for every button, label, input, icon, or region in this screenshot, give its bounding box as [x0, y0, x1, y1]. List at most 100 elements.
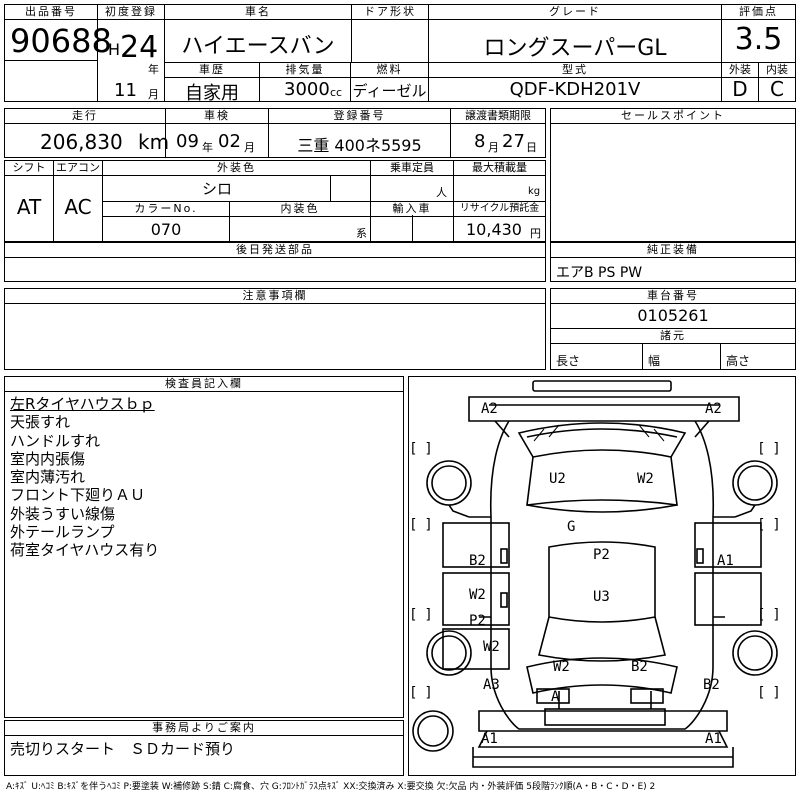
history-label: 車歴 — [165, 63, 259, 78]
length-label: 長さ — [556, 354, 581, 368]
interior-grade: C — [770, 77, 784, 101]
fuel-label: 燃料 — [351, 63, 428, 78]
fuel: ディーゼル — [352, 82, 427, 100]
bracket-marker: [ ] — [759, 685, 779, 701]
office-notice: 売切りスタート ＳＤカード預り — [10, 740, 236, 758]
bracket-marker: [ ] — [411, 517, 431, 533]
reg-year: 24 — [120, 30, 159, 65]
damage-center-1: P2 — [593, 547, 610, 563]
inspector-label: 検査員記入欄 — [5, 377, 403, 392]
bracket-marker: [ ] — [411, 441, 431, 457]
inspector-note: 室内内張傷 — [10, 449, 86, 468]
transfer-label: 譲渡書類期限 — [451, 109, 545, 124]
inspector-note: 荷室タイヤハウス有り — [10, 541, 160, 560]
damage-front-left: A2 — [481, 401, 498, 417]
int-color-unit: 系 — [356, 227, 367, 240]
score-label: 評価点 — [722, 5, 795, 20]
legend: A:ｷｽﾞ U:ﾍｺﾐ B:ｷｽﾞを伴うﾍｺﾐ P:要塗装 W:補修跡 S:錆 … — [6, 782, 656, 792]
inspector-note: 左Rタイヤハウスｂｐ — [10, 395, 155, 413]
dims-label: 諸元 — [551, 329, 795, 344]
displacement-unit: cc — [330, 86, 343, 99]
displacement-label: 排気量 — [260, 63, 350, 78]
genuine-equipment-label: 純正装備 — [551, 243, 795, 258]
damage-bottom-right: A1 — [705, 731, 722, 747]
inspection-year: 09 — [176, 131, 199, 152]
damage-rear-glass-2: B2 — [631, 659, 648, 675]
damage-right-corner: B2 — [703, 677, 720, 693]
grade-label: グレード — [429, 5, 721, 20]
lot-no-label: 出品番号 — [5, 5, 97, 20]
genuine-equipment: エアB PS PW — [556, 265, 643, 281]
model: QDF-KDH201V — [509, 79, 641, 100]
max-load-unit: kg — [528, 186, 541, 197]
damage-bottom-left: A1 — [481, 731, 498, 747]
damage-front-right: A2 — [705, 401, 722, 417]
damage-diagram: [ ] [ ] [ ] [ ] [ ] [ ] [ ] [ ] A2 A2 U2… — [408, 376, 796, 776]
score: 3.5 — [734, 22, 783, 57]
reg-month-unit: 月 — [148, 88, 159, 101]
damage-rear-bumper: A — [551, 689, 560, 705]
shift: AT — [16, 195, 42, 219]
plate: 三重 400ネ5595 — [297, 136, 422, 155]
reg-month: 11 — [114, 80, 137, 101]
damage-roof-1: U2 — [549, 471, 566, 487]
inspector-note: 外装うすい線傷 — [10, 504, 116, 523]
damage-left-door-2: P2 — [469, 613, 486, 629]
damage-rear-glass-1: W2 — [553, 659, 570, 675]
ac-label: エアコン — [54, 161, 102, 176]
reg-year-unit: 年 — [148, 63, 159, 76]
inspector-note: ハンドルすれ — [10, 431, 101, 450]
interior-label: 内装 — [759, 63, 795, 78]
recycle-label: リサイクル預託金 — [454, 202, 545, 217]
plate-label: 登録番号 — [269, 109, 450, 124]
recycle-unit: 円 — [530, 227, 541, 240]
damage-left-rear: W2 — [483, 639, 500, 655]
later-parts-label: 後日発送部品 — [5, 243, 545, 258]
door-label: ドア形状 — [352, 5, 428, 20]
ac: AC — [64, 195, 92, 219]
transfer-month-unit: 月 — [488, 141, 499, 154]
mileage-label: 走行 — [5, 109, 165, 124]
inspection-year-unit: 年 — [202, 141, 213, 154]
inspector-note: 室内薄汚れ — [10, 468, 86, 487]
capacity-unit: 人 — [436, 186, 447, 199]
displacement: 3000 — [284, 79, 330, 100]
history: 自家用 — [185, 83, 239, 104]
model-label: 型式 — [429, 63, 721, 78]
int-color-label: 内装色 — [230, 202, 370, 217]
damage-right-panel: A1 — [717, 553, 734, 569]
bracket-marker: [ ] — [759, 517, 779, 533]
reg-era: H — [108, 40, 121, 59]
max-load-label: 最大積載量 — [454, 161, 545, 176]
exterior-grade: D — [732, 77, 748, 101]
transfer-day: 27 — [502, 131, 525, 152]
sales-point-label: セールスポイント — [551, 109, 795, 124]
inspection-label: 車検 — [166, 109, 268, 124]
car-name: ハイエースバン — [181, 34, 335, 59]
inspection-month: 02 — [218, 131, 241, 152]
ext-color-label: 外装色 — [103, 161, 370, 176]
bracket-marker: [ ] — [759, 607, 779, 623]
chassis-no: 0105261 — [637, 306, 709, 325]
transfer-month: 8 — [474, 131, 486, 152]
damage-left-panel: B2 — [469, 553, 486, 569]
shift-label: シフト — [5, 161, 53, 176]
bracket-marker: [ ] — [411, 607, 431, 623]
inspector-note: 外テールランプ — [10, 523, 115, 542]
capacity-label: 乗車定員 — [371, 161, 453, 176]
sales-point-block — [550, 108, 796, 242]
color-no-label: カラーNo. — [103, 202, 229, 217]
damage-left-door-1: W2 — [469, 587, 486, 603]
inspector-notes: 左Rタイヤハウスｂｐ 天張すれ ハンドルすれ 室内内張傷 室内薄汚れ フロント下… — [10, 395, 159, 560]
width-label: 幅 — [648, 354, 661, 368]
vehicle-outline — [412, 380, 778, 768]
ext-color: シロ — [201, 180, 232, 198]
damage-glass: G — [567, 519, 576, 535]
recycle: 10,430 — [466, 220, 522, 239]
office-label: 事務局よりご案内 — [5, 721, 403, 736]
transfer-day-unit: 日 — [526, 141, 537, 154]
color-no: 070 — [150, 220, 182, 239]
bracket-marker: [ ] — [759, 441, 779, 457]
bracket-marker: [ ] — [411, 685, 431, 701]
exterior-label: 外装 — [722, 63, 758, 78]
